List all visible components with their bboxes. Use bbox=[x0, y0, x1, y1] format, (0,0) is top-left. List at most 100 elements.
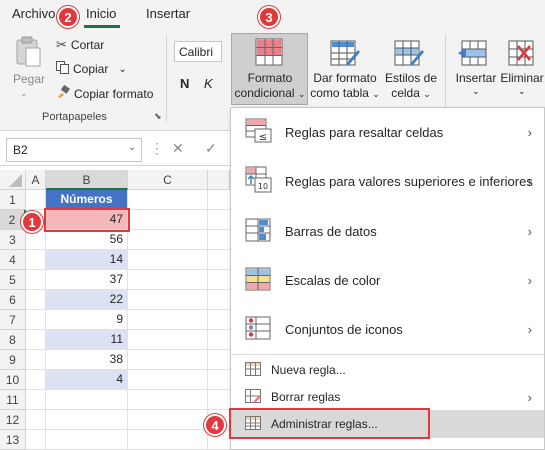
table-cell[interactable]: 9 bbox=[46, 310, 128, 330]
column-header-d[interactable] bbox=[208, 170, 230, 190]
callout-badge: 3 bbox=[258, 6, 280, 28]
select-all-corner[interactable] bbox=[0, 170, 26, 190]
scissors-icon: ✂ bbox=[56, 37, 67, 52]
tab-archivo[interactable]: Archivo bbox=[12, 6, 55, 21]
menu-item-label: Conjuntos de iconos bbox=[285, 321, 403, 337]
cell-styles-label-2[interactable]: celda ⌄ bbox=[384, 86, 438, 101]
data-bars-icon bbox=[245, 218, 273, 245]
new-rule-icon bbox=[245, 361, 261, 379]
table-cell[interactable]: 56 bbox=[46, 230, 128, 250]
table-cell[interactable]: 14 bbox=[46, 250, 128, 270]
paste-dropdown-icon[interactable]: ⌄ bbox=[20, 88, 28, 99]
chevron-down-icon[interactable]: ⌄ bbox=[518, 86, 526, 97]
row-header[interactable]: 4 bbox=[0, 250, 26, 270]
italic-button[interactable]: K bbox=[204, 76, 213, 91]
menu-item-label: Nueva regla... bbox=[271, 363, 346, 377]
format-painter-button[interactable]: Copiar formato bbox=[56, 84, 154, 102]
menu-item-label: Reglas para resaltar celdas bbox=[285, 124, 444, 140]
conditional-format-label-2-text: condicional bbox=[234, 86, 295, 100]
table-cell[interactable]: 38 bbox=[46, 350, 128, 370]
cell-styles-icon bbox=[394, 40, 424, 71]
menu-item-label: Escalas de color bbox=[285, 272, 381, 288]
table-cell[interactable]: 37 bbox=[46, 270, 128, 290]
menu-item-color-scales[interactable]: Escalas de color › bbox=[231, 256, 544, 304]
chevron-down-icon[interactable]: ⌄ bbox=[118, 64, 126, 75]
menu-item-top-bottom-rules[interactable]: 10 Reglas para valores superiores e infe… bbox=[231, 156, 544, 206]
chevron-down-icon: ⌄ bbox=[372, 89, 380, 99]
chevron-down-icon: ⌄ bbox=[423, 89, 431, 99]
bold-button[interactable]: N bbox=[180, 76, 189, 91]
clear-rules-icon bbox=[245, 388, 261, 406]
column-header-c[interactable]: C bbox=[128, 170, 208, 190]
tab-inicio[interactable]: Inicio bbox=[86, 6, 116, 21]
callout-badge: 4 bbox=[204, 414, 226, 436]
row-header[interactable]: 7 bbox=[0, 310, 26, 330]
conditional-format-icon bbox=[255, 38, 283, 69]
table-cell[interactable]: 4 bbox=[46, 370, 128, 390]
confirm-icon[interactable]: ✓ bbox=[205, 140, 217, 157]
delete-cells-button[interactable]: Eliminar bbox=[499, 71, 545, 85]
name-box-value: B2 bbox=[13, 143, 28, 157]
row-header[interactable]: 13 bbox=[0, 430, 26, 450]
cut-button[interactable]: ✂ Cortar bbox=[56, 37, 104, 53]
manage-rules-highlight bbox=[229, 408, 430, 439]
callout-badge: 2 bbox=[57, 6, 79, 28]
menu-item-icon-sets[interactable]: Conjuntos de iconos › bbox=[231, 304, 544, 354]
column-header-b[interactable]: B bbox=[46, 170, 128, 190]
clipboard-group-label: Portapapeles bbox=[42, 111, 107, 123]
row-header[interactable]: 12 bbox=[0, 410, 26, 430]
menu-divider bbox=[231, 354, 544, 355]
font-name-box[interactable]: Calibri bbox=[174, 41, 222, 62]
svg-text:≤: ≤ bbox=[259, 132, 267, 143]
menu-item-label: Borrar reglas bbox=[271, 390, 341, 404]
cell-styles-label-1[interactable]: Estilos de bbox=[381, 71, 441, 85]
menu-item-highlight-rules[interactable]: ≤ Reglas para resaltar celdas › bbox=[231, 108, 544, 156]
delete-cells-icon bbox=[508, 40, 538, 69]
row-header[interactable]: 1 bbox=[0, 190, 26, 210]
chevron-down-icon: ⌄ bbox=[297, 89, 306, 99]
copy-icon bbox=[56, 61, 69, 77]
chevron-right-icon: › bbox=[527, 124, 532, 140]
table-header-cell[interactable]: Números bbox=[46, 190, 128, 210]
row-header[interactable]: 6 bbox=[0, 290, 26, 310]
menu-item-new-rule[interactable]: Nueva regla... bbox=[231, 357, 544, 383]
table-cell[interactable]: 22 bbox=[46, 290, 128, 310]
dialog-launcher-icon[interactable]: ⬊ bbox=[154, 111, 162, 122]
menu-item-data-bars[interactable]: Barras de datos › bbox=[231, 206, 544, 256]
row-header[interactable]: 8 bbox=[0, 330, 26, 350]
column-header-a[interactable]: A bbox=[26, 170, 46, 190]
top-bottom-rules-icon: 10 bbox=[245, 166, 273, 197]
menu-item-label: Barras de datos bbox=[285, 223, 377, 239]
paste-button[interactable]: Pegar bbox=[13, 72, 45, 86]
tab-insertar[interactable]: Insertar bbox=[146, 6, 190, 21]
svg-text:10: 10 bbox=[258, 182, 268, 191]
more-options-icon: ⋮ bbox=[150, 140, 164, 156]
row-header[interactable]: 10 bbox=[0, 370, 26, 390]
conditional-format-label-1: Formato bbox=[247, 71, 293, 85]
active-tab-indicator bbox=[84, 25, 120, 28]
row-header[interactable]: 11 bbox=[0, 390, 26, 410]
copy-button[interactable]: Copiar ⌄ bbox=[56, 61, 127, 77]
row-header[interactable]: 3 bbox=[0, 230, 26, 250]
ribbon-divider bbox=[166, 34, 167, 122]
conditional-format-label-2: condicional ⌄ bbox=[230, 86, 310, 101]
menu-item-label: Reglas para valores superiores e inferio… bbox=[285, 173, 533, 189]
row-header[interactable]: 5 bbox=[0, 270, 26, 290]
name-box[interactable]: B2 bbox=[6, 138, 142, 162]
insert-cells-button[interactable]: Insertar bbox=[452, 71, 500, 85]
insert-cells-icon bbox=[458, 40, 488, 69]
row-header[interactable]: 9 bbox=[0, 350, 26, 370]
chevron-down-icon[interactable]: ⌄ bbox=[128, 142, 136, 153]
chevron-right-icon: › bbox=[527, 272, 532, 288]
chevron-down-icon[interactable]: ⌄ bbox=[472, 86, 480, 97]
format-painter-label: Copiar formato bbox=[74, 86, 154, 101]
table-cell[interactable]: 11 bbox=[46, 330, 128, 350]
cancel-icon[interactable]: ✕ bbox=[172, 140, 184, 157]
paintbrush-icon bbox=[56, 84, 70, 102]
chevron-right-icon: › bbox=[527, 321, 532, 337]
format-as-table-label-1[interactable]: Dar formato bbox=[310, 71, 380, 85]
format-as-table-label-2[interactable]: como tabla ⌄ bbox=[306, 86, 384, 101]
icon-sets-icon bbox=[245, 316, 273, 343]
menu-item-clear-rules[interactable]: Borrar reglas › bbox=[231, 384, 544, 410]
gridline bbox=[207, 190, 208, 450]
